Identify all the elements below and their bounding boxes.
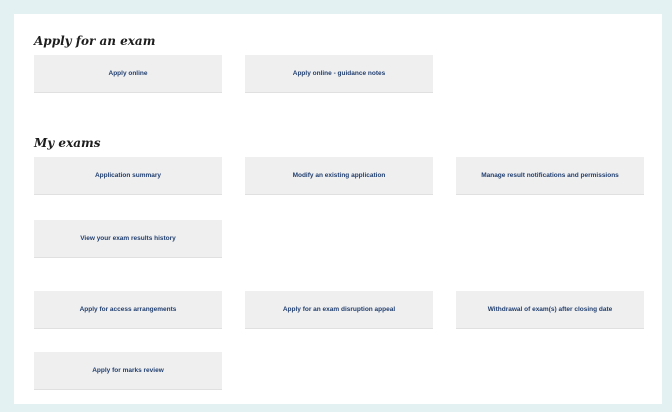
- apply-marks-review-button[interactable]: Apply for marks review: [34, 352, 222, 390]
- modify-existing-application-button[interactable]: Modify an existing application: [245, 157, 433, 195]
- apply-access-arrangements-button[interactable]: Apply for access arrangements: [34, 291, 222, 329]
- withdrawal-after-closing-date-button[interactable]: Withdrawal of exam(s) after closing date: [456, 291, 644, 329]
- apply-online-guidance-notes-button[interactable]: Apply online - guidance notes: [245, 55, 433, 93]
- apply-exam-disruption-appeal-button[interactable]: Apply for an exam disruption appeal: [245, 291, 433, 329]
- apply-online-button[interactable]: Apply online: [34, 55, 222, 93]
- manage-result-notifications-button[interactable]: Manage result notifications and permissi…: [456, 157, 644, 195]
- apply-section-title: Apply for an exam: [34, 34, 156, 48]
- exam-services-panel: Apply for an exam Apply online Apply onl…: [14, 14, 662, 404]
- my-exams-section-title: My exams: [34, 136, 101, 150]
- view-exam-results-history-button[interactable]: View your exam results history: [34, 220, 222, 258]
- application-summary-button[interactable]: Application summary: [34, 157, 222, 195]
